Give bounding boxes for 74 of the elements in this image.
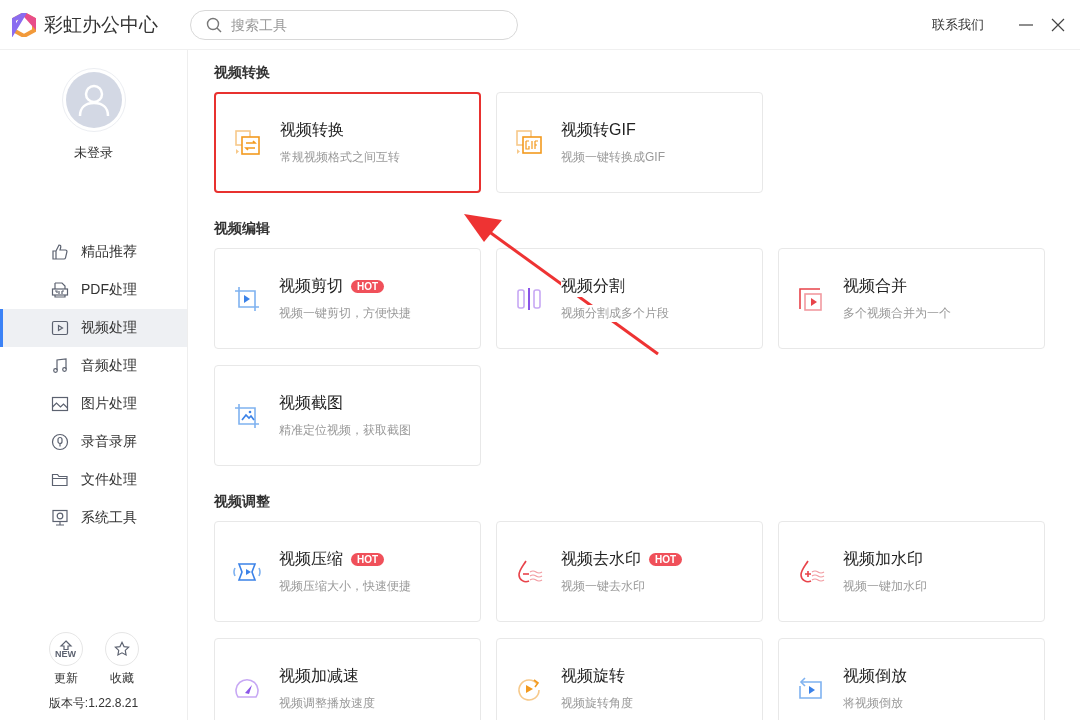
tool-description: 视频一键剪切，方便快捷: [279, 304, 411, 322]
rainbow-logo-icon: [12, 12, 36, 37]
tool-description: 视频旋转角度: [561, 694, 633, 712]
tool-title: 视频剪切: [279, 275, 343, 297]
tool-description: 视频分割成多个片段: [561, 304, 669, 322]
tool-description: 精准定位视频，获取截图: [279, 421, 411, 439]
search-field[interactable]: 搜索工具: [190, 9, 518, 40]
tool-card[interactable]: 视频转GIF 视频一键转换成GIF: [496, 92, 763, 193]
tool-card[interactable]: 视频旋转 视频旋转角度: [496, 638, 763, 720]
tool-card[interactable]: 视频倒放 将视频倒放: [778, 638, 1045, 720]
play-icon: [51, 319, 69, 337]
section-title: 视频编辑: [214, 219, 271, 238]
tool-card[interactable]: 视频转换 常规视频格式之间互转: [214, 92, 481, 193]
folder-icon: [51, 471, 69, 489]
crop-image-icon: [233, 401, 261, 430]
hot-badge: HOT: [351, 552, 385, 566]
sidebar-item[interactable]: 文件处理: [0, 461, 187, 499]
tool-title: 视频截图: [279, 392, 343, 414]
section-title: 视频调整: [214, 492, 271, 511]
tool-title: 视频去水印: [561, 548, 641, 570]
tool-description: 视频压缩大小，快速便捷: [279, 577, 411, 595]
tool-description: 视频一键加水印: [843, 577, 927, 595]
image-icon: [51, 395, 69, 413]
tool-description: 多个视频合并为一个: [843, 304, 951, 322]
sidebar-item[interactable]: 系统工具: [0, 499, 187, 537]
sidebar-item[interactable]: 视频处理: [0, 309, 187, 347]
tool-title: 视频转换: [280, 119, 344, 141]
sidebar-item[interactable]: 音频处理: [0, 347, 187, 385]
sidebar-item[interactable]: 录音录屏: [0, 423, 187, 461]
tool-card[interactable]: 视频加减速 视频调整播放速度: [214, 638, 481, 720]
tool-title: 视频转GIF: [561, 119, 636, 141]
tool-title: 视频合并: [843, 275, 907, 297]
sidebar-item[interactable]: PDF处理: [0, 271, 187, 309]
tool-description: 常规视频格式之间互转: [280, 148, 400, 166]
hot-badge: HOT: [649, 552, 683, 566]
tool-card[interactable]: 视频截图 精准定位视频，获取截图: [214, 365, 481, 466]
new-label: NEW: [55, 649, 76, 659]
sidebar-item[interactable]: 精品推荐: [0, 233, 187, 271]
contact-us-link[interactable]: 联系我们: [932, 15, 984, 34]
tool-card[interactable]: 视频加水印 视频一键加水印: [778, 521, 1045, 622]
microphone-icon: [51, 433, 69, 451]
tool-title: 视频倒放: [843, 665, 907, 687]
tool-description: 视频一键转换成GIF: [561, 148, 665, 166]
app-title: 彩虹办公中心: [44, 12, 159, 37]
tool-title: 视频压缩: [279, 548, 343, 570]
search-icon: [206, 16, 222, 33]
version-number: 版本号:1.22.8.21: [48, 695, 139, 712]
convert-icon: [234, 128, 262, 157]
tool-title: 视频加水印: [843, 548, 923, 570]
sidebar-item[interactable]: 图片处理: [0, 385, 187, 423]
section-title: 视频转换: [214, 63, 271, 82]
music-note-icon: [51, 357, 69, 375]
gif-icon: [515, 128, 543, 157]
crop-icon: [233, 284, 261, 313]
star-icon: [113, 641, 130, 657]
tool-card[interactable]: 视频剪切 HOT 视频一键剪切，方便快捷: [214, 248, 481, 349]
login-status: 未登录: [74, 144, 113, 162]
thumbs-up-icon: [51, 243, 69, 261]
tool-description: 视频一键去水印: [561, 577, 645, 595]
tool-title: 视频分割: [561, 275, 625, 297]
tool-card[interactable]: 视频分割 视频分割成多个片段: [496, 248, 763, 349]
hot-badge: HOT: [351, 279, 385, 293]
tool-title: 视频旋转: [561, 665, 625, 687]
tool-description: 将视频倒放: [843, 694, 903, 712]
tool-card[interactable]: 视频去水印 HOT 视频一键去水印: [496, 521, 763, 622]
close-icon[interactable]: [1050, 16, 1066, 33]
monitor-icon: [51, 509, 69, 527]
tool-card[interactable]: 视频压缩 HOT 视频压缩大小，快速便捷: [214, 521, 481, 622]
footer-button-label: 收藏: [109, 670, 134, 687]
tool-card[interactable]: 视频合并 多个视频合并为一个: [778, 248, 1045, 349]
tool-title: 视频加减速: [279, 665, 359, 687]
up-arrow-icon: [58, 639, 73, 650]
tool-description: 视频调整播放速度: [279, 694, 375, 712]
footer-button-label: 更新: [53, 670, 78, 687]
